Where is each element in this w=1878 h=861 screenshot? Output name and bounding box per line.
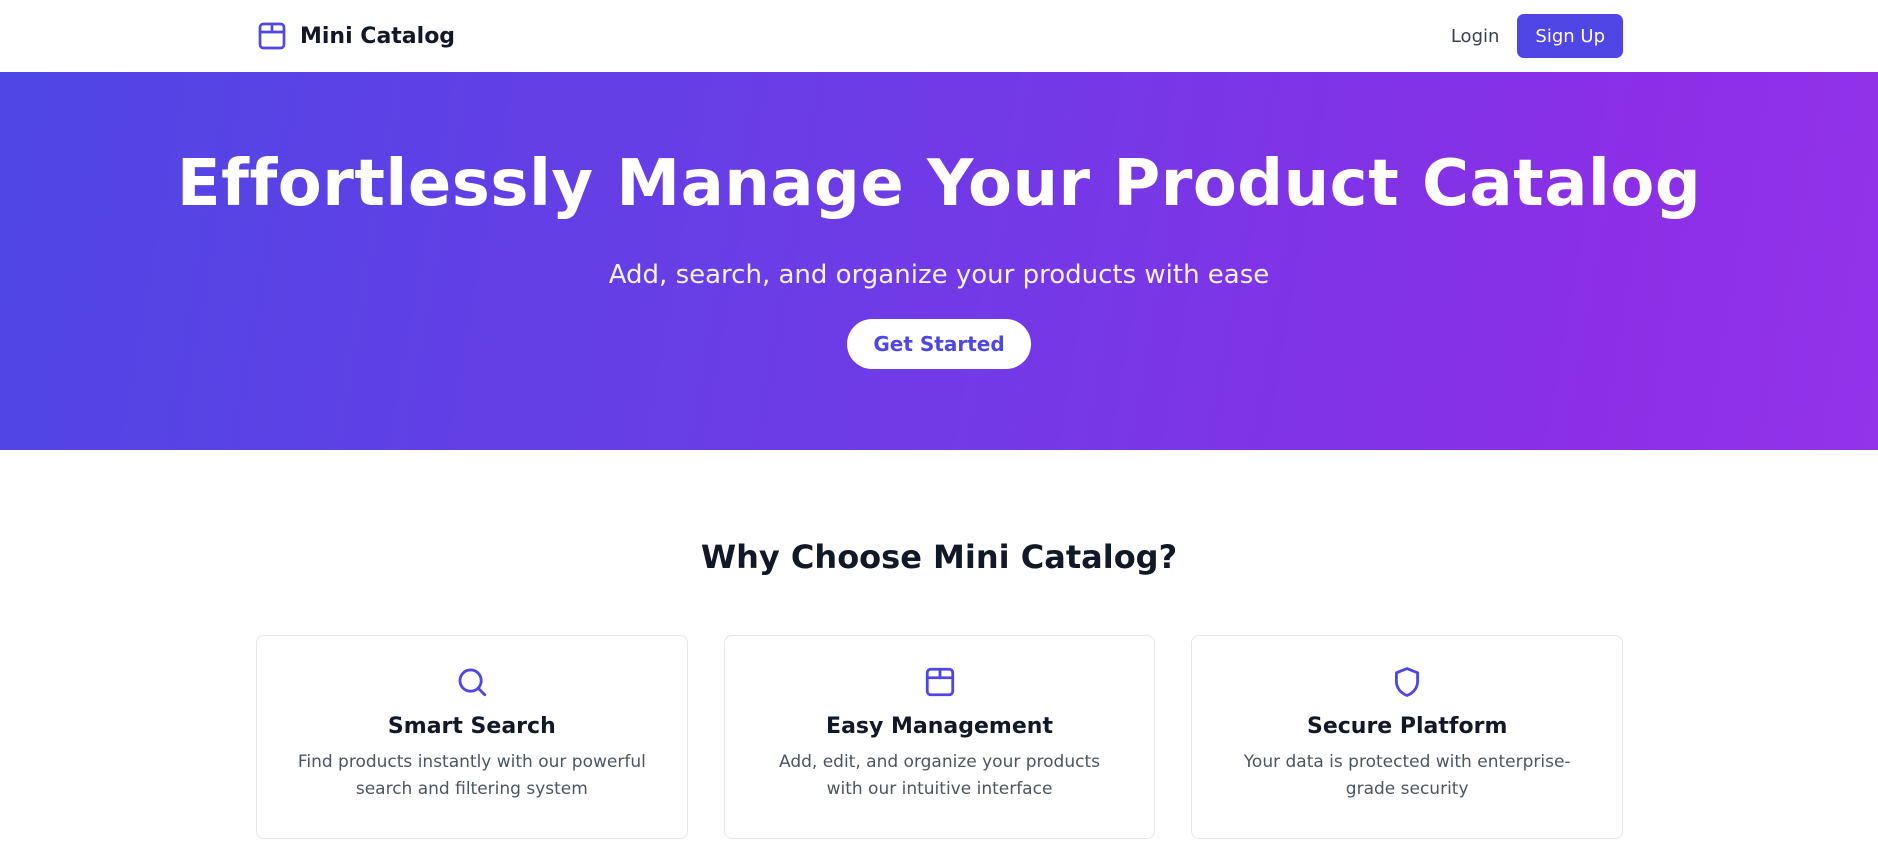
package-icon bbox=[256, 20, 288, 52]
hero-title: Effortlessly Manage Your Product Catalog bbox=[176, 147, 1702, 221]
hero-section: Effortlessly Manage Your Product Catalog… bbox=[0, 72, 1878, 450]
feature-card-secure-platform: Secure Platform Your data is protected w… bbox=[1191, 635, 1624, 839]
navbar: Mini Catalog Login Sign Up bbox=[0, 0, 1878, 72]
navbar-inner: Mini Catalog Login Sign Up bbox=[256, 0, 1623, 72]
search-icon bbox=[257, 664, 687, 700]
hero-subtitle: Add, search, and organize your products … bbox=[608, 260, 1270, 290]
landing-page: Mini Catalog Login Sign Up Effortlessly … bbox=[0, 0, 1878, 861]
brand-name: Mini Catalog bbox=[300, 23, 456, 49]
features-title: Why Choose Mini Catalog? bbox=[700, 538, 1178, 576]
brand[interactable]: Mini Catalog bbox=[256, 20, 455, 52]
feature-cards: Smart Search Find products instantly wit… bbox=[256, 635, 1624, 839]
package-icon bbox=[725, 664, 1155, 700]
feature-description: Your data is protected with enterprise-g… bbox=[1243, 752, 1571, 799]
feature-title: Secure Platform bbox=[1306, 714, 1508, 739]
feature-card-easy-management: Easy Management Add, edit, and organize … bbox=[723, 635, 1156, 839]
shield-icon bbox=[1192, 664, 1622, 700]
login-link[interactable]: Login bbox=[1451, 26, 1500, 47]
feature-card-smart-search: Smart Search Find products instantly wit… bbox=[256, 635, 688, 839]
feature-title: Smart Search bbox=[387, 714, 556, 739]
feature-description: Add, edit, and organize your products wi… bbox=[778, 752, 1100, 799]
signup-button[interactable]: Sign Up bbox=[1517, 14, 1623, 58]
feature-title: Easy Management bbox=[826, 714, 1053, 739]
feature-description: Find products instantly with our powerfu… bbox=[297, 752, 646, 799]
get-started-button[interactable]: Get Started bbox=[847, 319, 1031, 369]
nav-actions: Login Sign Up bbox=[1451, 14, 1623, 58]
